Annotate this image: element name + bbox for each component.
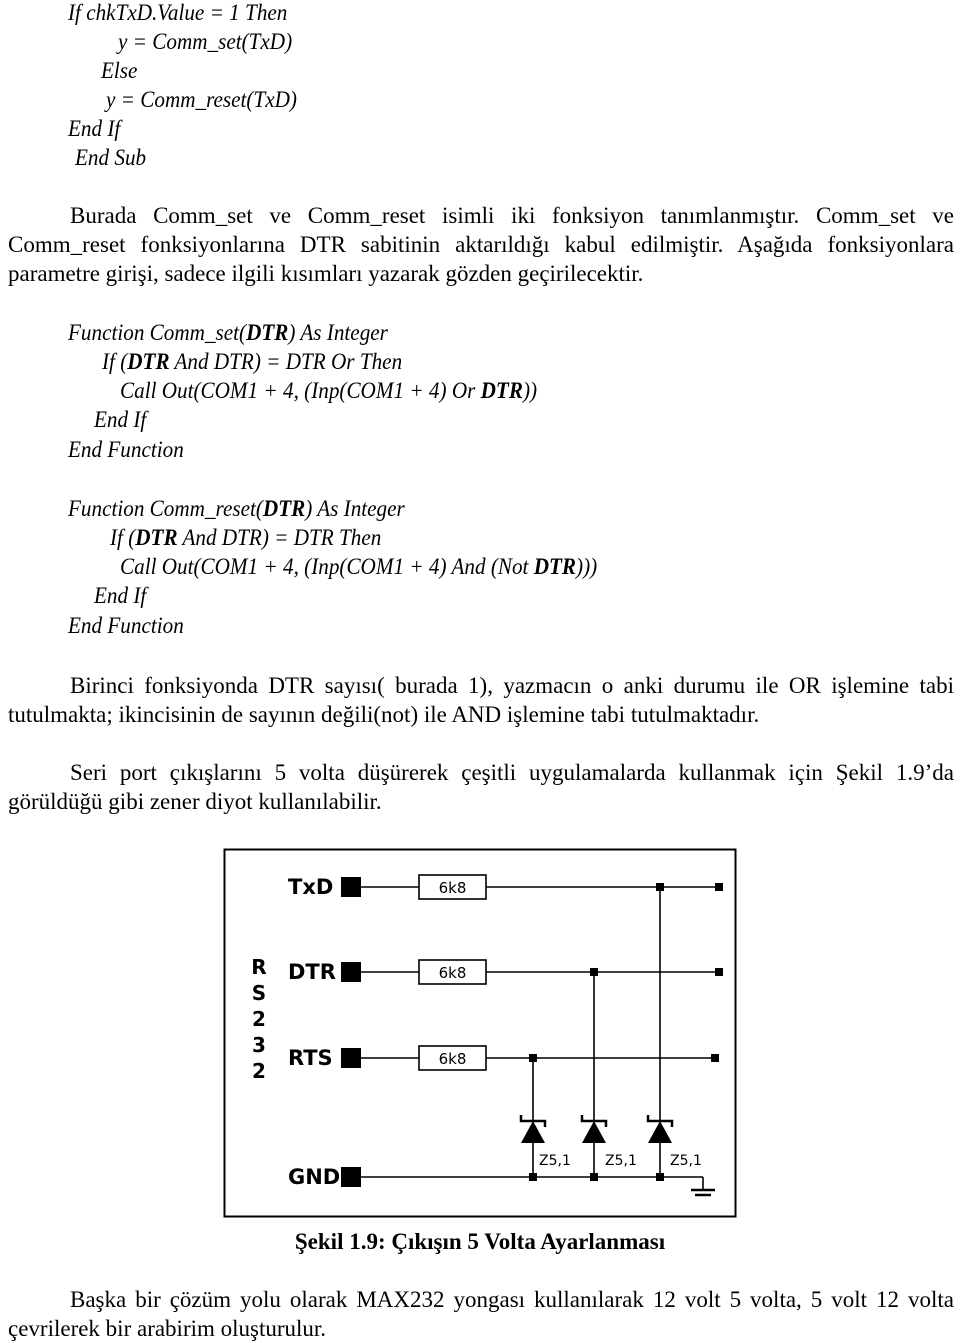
paragraph-2: Birinci fonksiyonda DTR sayısı( burada 1… xyxy=(8,671,954,729)
code-line: Function Comm_set(DTR) As Integer xyxy=(68,318,388,347)
code-text: Call Out(COM1 + 4, (Inp(COM1 + 4) And (N… xyxy=(120,554,534,579)
terminal-gnd xyxy=(341,1167,361,1187)
rs232-label: R S 2 3 2 xyxy=(251,955,266,1083)
code-line: Call Out(COM1 + 4, (Inp(COM1 + 4) Or DTR… xyxy=(120,376,537,405)
code-keyword: DTR xyxy=(135,525,178,550)
pin-label-txd: TxD xyxy=(288,875,333,899)
code-text: Function Comm_reset( xyxy=(68,496,263,521)
output-terminal-rts xyxy=(711,1054,719,1062)
zener-label: Z5,1 xyxy=(670,1153,702,1169)
rs232-letter: S xyxy=(252,981,266,1005)
code-keyword: DTR xyxy=(127,349,170,374)
code-line: y = Comm_reset(TxD) xyxy=(106,87,297,112)
code-line: If (DTR And DTR) = DTR Then xyxy=(110,523,381,552)
code-text: And DTR) = DTR Then xyxy=(177,525,382,550)
resistor-label: 6k8 xyxy=(439,1050,467,1068)
figure-caption: Şekil 1.9: Çıkışın 5 Volta Ayarlanması xyxy=(294,1229,666,1254)
paragraph-3: Seri port çıkışlarını 5 volta düşürerek … xyxy=(8,758,954,816)
code-keyword: DTR xyxy=(246,320,289,345)
code-line: Else xyxy=(101,58,138,83)
figure-border xyxy=(223,848,737,1218)
paragraph-text: Seri port çıkışlarını 5 volta düşürerek … xyxy=(8,760,954,814)
code-keyword: DTR xyxy=(533,554,577,579)
code-text: And DTR) = DTR Or Then xyxy=(169,349,403,374)
code-line: Call Out(COM1 + 4, (Inp(COM1 + 4) And (N… xyxy=(120,552,597,581)
code-line: End If xyxy=(68,116,121,141)
code-line: End Function xyxy=(68,613,184,638)
resistor-dtr: 6k8 xyxy=(418,959,487,985)
code-keyword: DTR xyxy=(262,496,306,521)
code-text: If ( xyxy=(102,349,128,374)
output-terminal-txd xyxy=(715,883,723,891)
code-text: ) As Integer xyxy=(288,320,388,345)
pin-label-gnd: GND xyxy=(288,1165,340,1189)
code-line: End If xyxy=(94,407,147,432)
code-line: y = Comm_set(TxD) xyxy=(118,29,293,54)
output-terminal-dtr xyxy=(715,968,723,976)
zener-label: Z5,1 xyxy=(539,1153,571,1169)
code-text: If ( xyxy=(110,525,136,550)
rs232-letter: 3 xyxy=(252,1033,266,1057)
rs232-letter: 2 xyxy=(252,1007,266,1031)
code-keyword: DTR xyxy=(480,378,523,403)
code-line: Function Comm_reset(DTR) As Integer xyxy=(68,494,405,523)
terminal-txd xyxy=(341,877,361,897)
code-text: )) xyxy=(522,378,538,403)
pin-label-rts: RTS xyxy=(288,1046,333,1070)
paragraph-1: Burada Comm_set ve Comm_reset isimli iki… xyxy=(8,201,954,288)
resistor-txd: 6k8 xyxy=(418,874,487,900)
paragraph-4: Başka bir çözüm yolu olarak MAX232 yonga… xyxy=(8,1285,954,1343)
resistor-label: 6k8 xyxy=(439,879,467,897)
code-line: If chkTxD.Value = 1 Then xyxy=(68,0,288,25)
code-line: End Function xyxy=(68,437,184,462)
terminal-rts xyxy=(341,1048,361,1068)
code-line: End If xyxy=(94,583,147,608)
zener-label: Z5,1 xyxy=(605,1153,637,1169)
pin-label-dtr: DTR xyxy=(288,960,336,984)
resistor-rts: 6k8 xyxy=(418,1045,487,1071)
resistor-label: 6k8 xyxy=(439,964,467,982)
rs232-letter: 2 xyxy=(252,1059,266,1083)
code-line: If (DTR And DTR) = DTR Or Then xyxy=(102,347,402,376)
zener-circuit-figure: R S 2 3 2 TxD DTR RTS GND 6k8 6k8 6k8 Z5… xyxy=(223,848,737,1218)
rs232-letter: R xyxy=(251,955,266,979)
code-text: ))) xyxy=(576,554,598,579)
code-text: Call Out(COM1 + 4, (Inp(COM1 + 4) Or xyxy=(120,378,481,403)
code-line: End Sub xyxy=(75,145,147,170)
code-text: ) As Integer xyxy=(305,496,405,521)
code-text: Function Comm_set( xyxy=(68,320,247,345)
paragraph-text: Birinci fonksiyonda DTR sayısı( burada 1… xyxy=(8,673,954,727)
paragraph-text: Başka bir çözüm yolu olarak MAX232 yonga… xyxy=(8,1287,954,1341)
terminal-dtr xyxy=(341,962,361,982)
paragraph-text: Burada Comm_set ve Comm_reset isimli iki… xyxy=(8,203,954,286)
